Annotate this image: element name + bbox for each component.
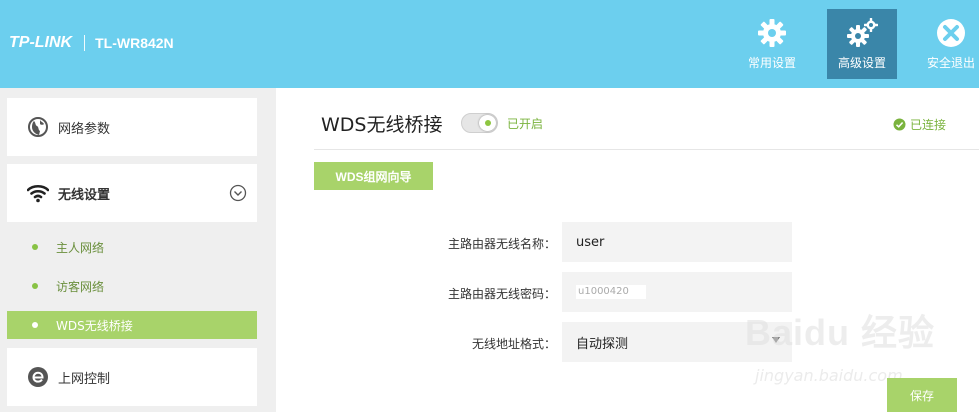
- watermark-url: jingyan.baidu.com: [755, 366, 903, 385]
- globe-icon: [28, 117, 48, 137]
- bullet-icon: [32, 322, 38, 328]
- password-value: u1000420: [576, 285, 646, 299]
- sidebar-item-label: 上网控制: [58, 371, 111, 387]
- brand: TP-LINK TL-WR842N: [9, 34, 174, 52]
- bullet-icon: [32, 283, 38, 289]
- brand-logo: TP-LINK: [9, 34, 73, 51]
- ssid-label: 主路由器无线名称：: [447, 237, 556, 251]
- ssid-field[interactable]: user: [562, 222, 792, 262]
- check-circle-icon: [893, 118, 906, 131]
- sidebar-subitem-label: 访客网络: [56, 279, 105, 294]
- sidebar: 网络参数 无线设置 主人网络 访客网络 WDS无线桥接 上网控制: [0, 88, 276, 412]
- sidebar-subitem-label: WDS无线桥接: [56, 318, 133, 333]
- wds-wizard-button[interactable]: WDS组网向导: [314, 162, 433, 190]
- toggle-indicator: [485, 120, 491, 126]
- sidebar-item-wireless[interactable]: 无线设置: [7, 164, 257, 222]
- sidebar-subitem-host-network[interactable]: 主人网络: [7, 233, 257, 261]
- nav-label: 安全退出: [926, 56, 975, 70]
- nav-common-settings[interactable]: 常用设置: [738, 9, 806, 79]
- connection-status-label: 已连接: [910, 118, 947, 132]
- sidebar-subitem-wds-bridge[interactable]: WDS无线桥接: [7, 311, 257, 339]
- divider: [314, 149, 979, 150]
- gears-icon: [847, 18, 878, 47]
- close-icon: [937, 19, 965, 47]
- chevron-down-icon[interactable]: [229, 184, 247, 202]
- nav-advanced-settings[interactable]: 高级设置: [827, 9, 897, 79]
- gear-icon: [758, 19, 786, 47]
- ie-icon: [28, 367, 48, 387]
- connection-status: 已连接: [893, 116, 946, 133]
- nav-label: 常用设置: [747, 56, 796, 70]
- sidebar-item-label: 网络参数: [58, 121, 111, 137]
- ssid-value: user: [576, 234, 605, 250]
- sidebar-subitem-guest-network[interactable]: 访客网络: [7, 272, 257, 300]
- toggle-status-label: 已开启: [507, 117, 544, 131]
- router-model: TL-WR842N: [95, 35, 174, 51]
- toggle-knob: [479, 115, 496, 131]
- nav-label: 高级设置: [837, 56, 886, 70]
- wifi-icon: [27, 184, 49, 203]
- save-button[interactable]: 保存: [887, 378, 957, 412]
- sidebar-item-internet-control[interactable]: 上网控制: [7, 348, 257, 406]
- watermark-logo: Baidu 经验: [745, 312, 936, 353]
- sidebar-item-network[interactable]: 网络参数: [7, 98, 257, 156]
- address-format-value: 自动探测: [576, 336, 629, 352]
- wds-toggle[interactable]: [461, 113, 498, 133]
- sidebar-item-label: 无线设置: [58, 187, 111, 203]
- address-format-label: 无线地址格式：: [471, 337, 556, 351]
- page-title: WDS无线桥接: [321, 114, 443, 136]
- nav-logout[interactable]: 安全退出: [920, 9, 979, 79]
- password-label: 主路由器无线密码：: [447, 287, 556, 301]
- brand-separator: [84, 35, 86, 51]
- top-header: TP-LINK TL-WR842N 常用设置 高级设置 安全退出: [0, 0, 979, 88]
- sidebar-subitem-label: 主人网络: [56, 240, 105, 255]
- bullet-icon: [32, 244, 38, 250]
